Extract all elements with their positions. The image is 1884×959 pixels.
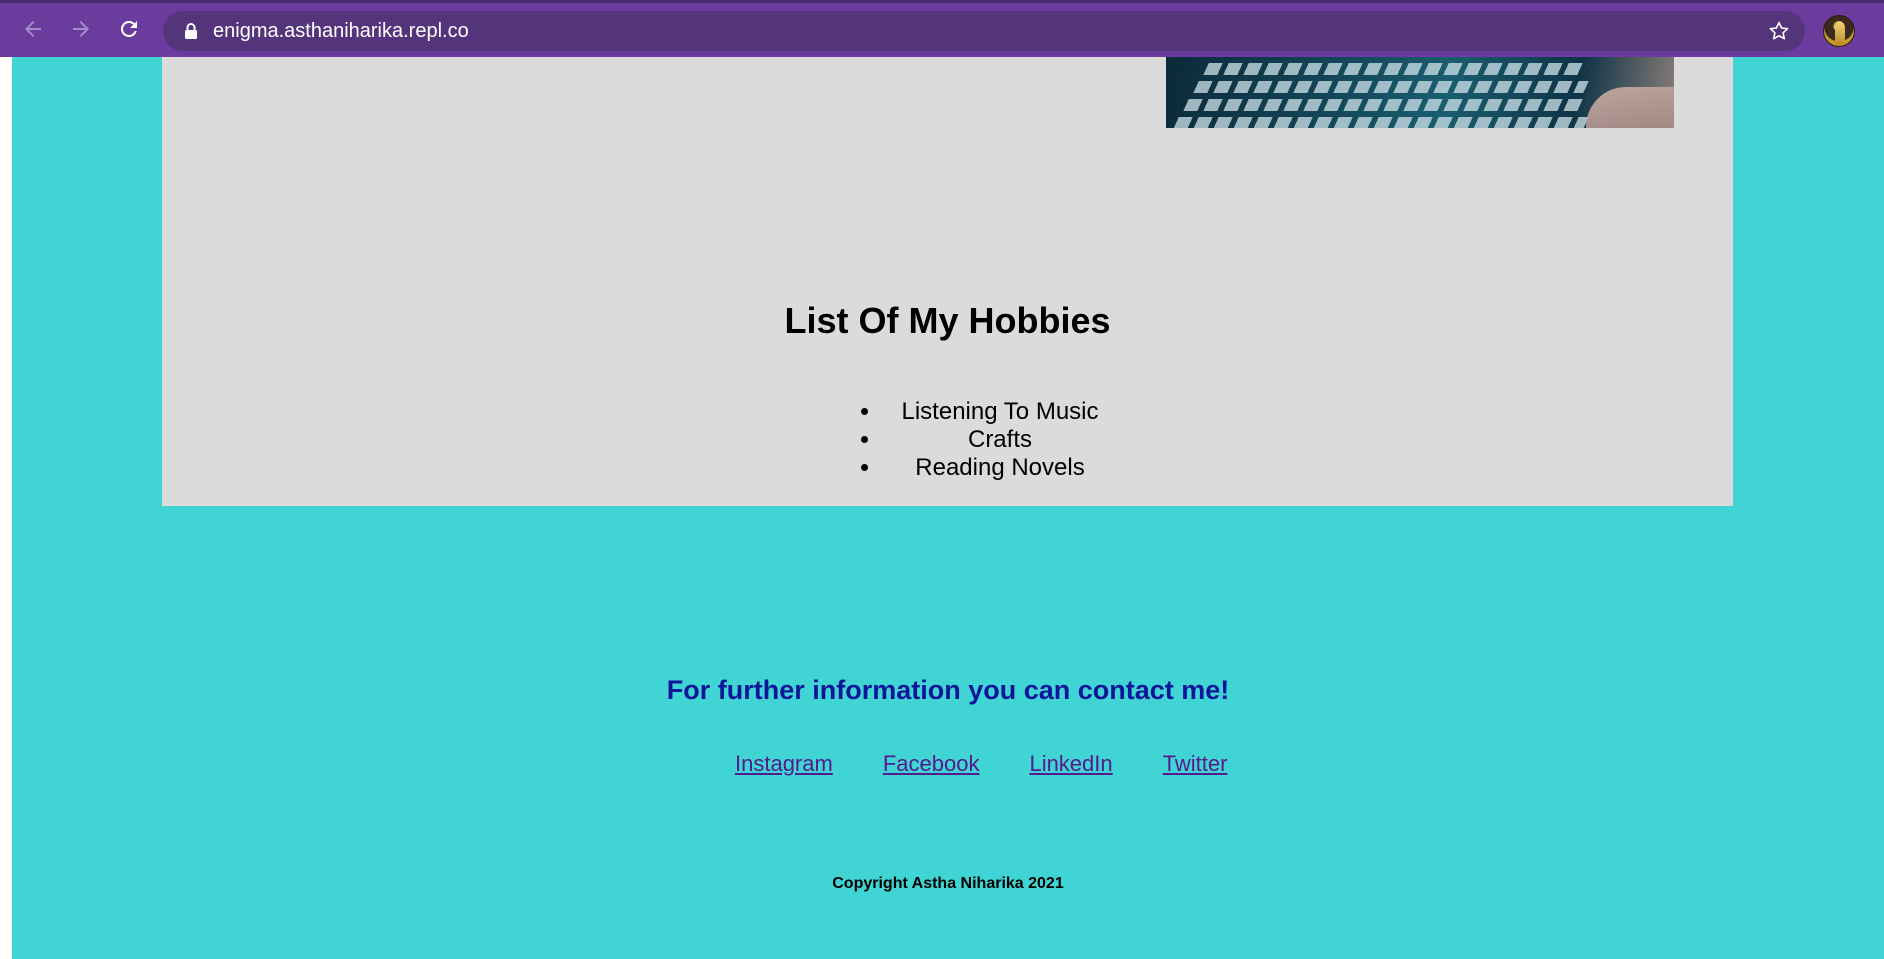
arrow-right-icon: [73, 21, 89, 37]
facebook-link[interactable]: Facebook: [883, 751, 980, 777]
hand-shape: [1586, 87, 1674, 128]
twitter-link[interactable]: Twitter: [1163, 751, 1228, 777]
keyboard-row: [1193, 81, 1589, 93]
reload-icon: [120, 20, 137, 37]
forward-button[interactable]: [64, 12, 98, 46]
url-text[interactable]: enigma.asthaniharika.repl.co: [213, 11, 469, 51]
list-item: Listening To Music: [882, 398, 1118, 426]
laptop-keyboard-image: [1166, 57, 1674, 128]
keyboard-row: [1173, 117, 1589, 128]
lock-icon: [185, 23, 197, 39]
avatar-figure: [1835, 22, 1845, 46]
tab-strip-edge: [0, 0, 1884, 3]
page-viewport: List Of My Hobbies Listening To Music Cr…: [0, 57, 1884, 959]
arrow-left-icon: [25, 21, 41, 37]
contact-heading: For further information you can contact …: [666, 675, 1230, 705]
hobbies-title: List Of My Hobbies: [784, 300, 1111, 341]
reload-button[interactable]: [112, 12, 146, 46]
hobby-list: Listening To Music Crafts Reading Novels: [882, 398, 1118, 482]
keyboard-row: [1203, 63, 1589, 75]
page-body: List Of My Hobbies Listening To Music Cr…: [12, 57, 1884, 959]
keyboard-row: [1183, 99, 1589, 111]
profile-avatar[interactable]: [1823, 15, 1855, 47]
list-item: Reading Novels: [882, 454, 1118, 482]
copyright-text: Copyright Astha Niharika 2021: [832, 875, 1064, 892]
hobbies-section: List Of My Hobbies Listening To Music Cr…: [162, 57, 1733, 506]
list-item: Crafts: [882, 426, 1118, 454]
social-links: Instagram Facebook LinkedIn Twitter: [735, 751, 1227, 777]
back-button[interactable]: [16, 12, 50, 46]
browser-toolbar: enigma.asthaniharika.repl.co: [0, 0, 1884, 57]
star-icon[interactable]: [1767, 19, 1791, 43]
instagram-link[interactable]: Instagram: [735, 751, 833, 777]
address-bar[interactable]: enigma.asthaniharika.repl.co: [163, 11, 1805, 51]
linkedin-link[interactable]: LinkedIn: [1029, 751, 1112, 777]
